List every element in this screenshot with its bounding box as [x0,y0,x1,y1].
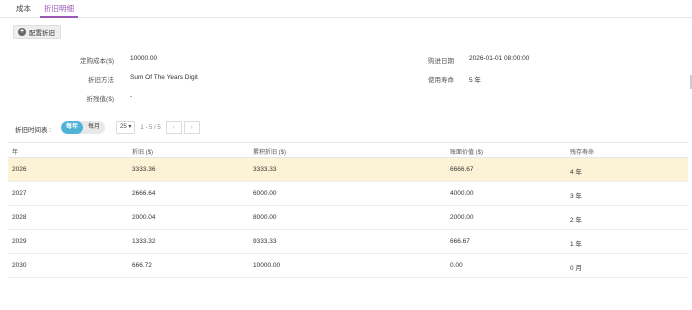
period-toggle: 每年 每月 [61,121,106,134]
cell-remaining-life: 4 年 [570,169,582,176]
toggle-yearly[interactable]: 每年 [61,121,84,134]
cell-remaining-life: 2 年 [570,217,582,224]
life-label: 使用寿命 [428,77,454,84]
tab-depreciation-details[interactable]: 折旧明细 [40,3,78,18]
header-accumulated[interactable]: 累积折旧 ($) [253,147,286,156]
header-remaining-life[interactable]: 残存寿命 [570,147,594,156]
cell-accumulated: 3333.33 [253,166,277,173]
next-page-button[interactable]: › [183,121,200,134]
cell-depreciation: 3333.36 [132,166,156,173]
depreciation-table: 年 折旧 ($) 累积折旧 ($) 账面价值 ($) 残存寿命 2026 333… [8,142,688,278]
cell-accumulated: 9333.33 [253,238,277,245]
table-row[interactable]: 2026 3333.36 3333.33 6666.67 4 年 [8,158,688,182]
cell-year: 2026 [12,166,27,173]
cell-depreciation: 2000.04 [132,214,156,221]
plus-circle-icon: + [18,28,26,36]
cell-year: 2027 [12,190,27,197]
purchase-cost-value: 10000.00 [130,55,158,62]
cell-depreciation: 1333.32 [132,238,156,245]
cell-depreciation: 666.72 [132,262,152,269]
residual-value: - [130,93,133,100]
prev-page-button[interactable]: ‹ [165,121,182,134]
configure-depreciation-button[interactable]: + 配置折旧 [13,25,61,39]
pagination: 25 ▾ 1 - 5 / 5 ‹ › [116,121,200,134]
page-range: 1 - 5 / 5 [140,124,161,131]
header-year[interactable]: 年 [12,147,18,156]
header-depreciation[interactable]: 折旧 ($) [132,147,153,156]
cell-remaining-life: 1 年 [570,241,582,248]
table-row[interactable]: 2029 1333.32 9333.33 666.67 1 年 [8,230,688,254]
cell-book-value: 0.00 [450,262,463,269]
cell-year: 2030 [12,262,27,269]
cell-accumulated: 8000.00 [253,214,277,221]
cell-remaining-life: 0 月 [570,265,582,272]
cell-accumulated: 10000.00 [253,262,281,269]
residual-label: 折残值($) [86,96,114,103]
schedule-label: 折旧时间表 : [15,127,52,134]
cell-book-value: 6666.67 [450,166,474,173]
page-size-select[interactable]: 25 ▾ [116,121,136,134]
cell-book-value: 666.67 [450,238,470,245]
cell-year: 2029 [12,238,27,245]
table-row[interactable]: 2027 2666.64 6000.00 4000.00 3 年 [8,182,688,206]
table-row[interactable]: 2028 2000.04 8000.00 2000.00 2 年 [8,206,688,230]
cell-book-value: 4000.00 [450,190,474,197]
cell-year: 2028 [12,214,27,221]
table-row[interactable]: 2030 666.72 10000.00 0.00 0 月 [8,254,688,278]
toggle-monthly[interactable]: 每月 [83,121,105,134]
tab-bar: 成本 折旧明细 [0,0,692,18]
cell-remaining-life: 3 年 [570,193,582,200]
method-value: Sum Of The Years Digit [130,74,198,81]
cell-depreciation: 2666.64 [132,190,156,197]
purchase-cost-label: 定购成本($) [80,58,114,65]
header-book-value[interactable]: 账面价值 ($) [450,147,483,156]
tab-cost[interactable]: 成本 [16,3,31,18]
life-value: 5 年 [469,77,481,84]
configure-depreciation-label: 配置折旧 [29,30,55,37]
table-header: 年 折旧 ($) 累积折旧 ($) 账面价值 ($) 残存寿命 [8,142,688,158]
cell-book-value: 2000.00 [450,214,474,221]
cell-accumulated: 6000.00 [253,190,277,197]
purchase-date-label: 购进日期 [428,58,454,65]
purchase-date-value: 2026-01-01 08:00:00 [469,55,530,62]
method-label: 折旧方法 [88,77,114,84]
